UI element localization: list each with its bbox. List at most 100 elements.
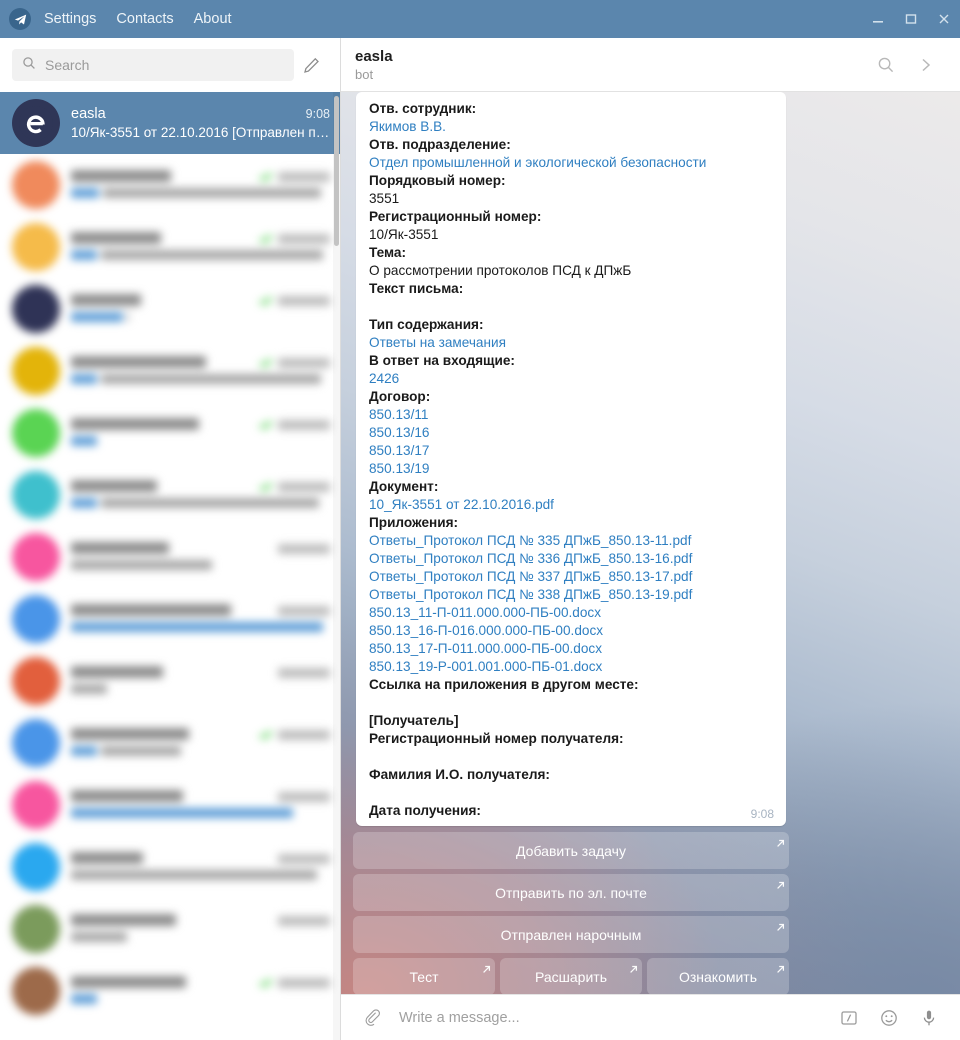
chat-item-time: [278, 730, 330, 740]
chat-list-item[interactable]: [0, 216, 340, 278]
chat-list-item[interactable]: [0, 278, 340, 340]
search-placeholder: Search: [45, 57, 89, 73]
telegram-paper-plane-icon: [9, 8, 31, 30]
avatar: [12, 657, 60, 705]
menu-item-settings[interactable]: Settings: [44, 0, 96, 38]
chat-item-name: [71, 294, 141, 306]
avatar: [12, 285, 60, 333]
telegram-window: Settings Contacts About Search: [0, 0, 960, 1040]
message-link[interactable]: 850.13_17-П-011.000.000-ПБ-00.docx: [369, 640, 774, 658]
message-link[interactable]: 850.13_19-Р-001.001.000-ПБ-01.docx: [369, 658, 774, 676]
message-link[interactable]: 10_Як-3551 от 22.10.2016.pdf: [369, 496, 774, 514]
chat-item-name: [71, 790, 183, 802]
chat-list-item[interactable]: [0, 464, 340, 526]
message-link[interactable]: Ответы_Протокол ПСД № 336 ДПжБ_850.13-16…: [369, 550, 774, 568]
message-link[interactable]: Ответы_Протокол ПСД № 337 ДПжБ_850.13-17…: [369, 568, 774, 586]
chat-list-item[interactable]: [0, 650, 340, 712]
close-button[interactable]: [927, 0, 960, 38]
message-link[interactable]: Ответы_Протокол ПСД № 335 ДПжБ_850.13-11…: [369, 532, 774, 550]
message-timestamp: 9:08: [751, 807, 774, 821]
smiley-icon[interactable]: [872, 1001, 906, 1035]
message-link[interactable]: Ответы_Протокол ПСД № 338 ДПжБ_850.13-19…: [369, 586, 774, 604]
avatar: [12, 161, 60, 209]
message-line: Отв. сотрудник:: [369, 100, 774, 118]
chat-item-preview: [71, 433, 330, 448]
pencil-icon[interactable]: [294, 49, 328, 81]
message-link[interactable]: 850.13/17: [369, 442, 774, 460]
inline-keyboard-button[interactable]: Тест: [353, 958, 495, 994]
menu-item-contacts[interactable]: Contacts: [116, 0, 173, 38]
message-link[interactable]: 850.13_16-П-016.000.000-ПБ-00.docx: [369, 622, 774, 640]
message-link[interactable]: 850.13/19: [369, 460, 774, 478]
inline-keyboard-button-label: Отправлен нарочным: [501, 927, 642, 943]
avatar: [12, 347, 60, 395]
sidebar-scrollbar[interactable]: [333, 92, 340, 1040]
message-link[interactable]: Ответы на замечания: [369, 334, 774, 352]
message-link[interactable]: 2426: [369, 370, 774, 388]
message-input[interactable]: Write a message...: [399, 1010, 832, 1026]
chat-item-meta: [71, 976, 330, 1006]
inline-keyboard-row: Добавить задачу: [353, 832, 789, 869]
chat-item-name: [71, 976, 186, 988]
search-icon[interactable]: [866, 45, 906, 85]
message-link[interactable]: 850.13_11-П-011.000.000-ПБ-00.docx: [369, 604, 774, 622]
message-line: Отв. подразделение:: [369, 136, 774, 154]
chat-list-item[interactable]: [0, 526, 340, 588]
chat-list-item[interactable]: [0, 588, 340, 650]
message-link[interactable]: 850.13/16: [369, 424, 774, 442]
message-link[interactable]: 850.13/11: [369, 406, 774, 424]
avatar: [12, 223, 60, 271]
chat-item-time: 9:08: [298, 107, 330, 121]
chat-header-title: easla: [355, 48, 393, 65]
chat-list-item[interactable]: [0, 402, 340, 464]
chat-item-name: easla: [71, 106, 106, 122]
chat-list-item[interactable]: [0, 960, 340, 1022]
message-line: [369, 694, 774, 712]
chat-item-time: [278, 296, 330, 306]
inline-keyboard-button[interactable]: Ознакомить: [647, 958, 789, 994]
chat-item-time: [278, 234, 330, 244]
chat-item-preview: [71, 991, 330, 1006]
chat-list-item[interactable]: [0, 898, 340, 960]
microphone-icon[interactable]: [912, 1001, 946, 1035]
chevron-right-icon[interactable]: [906, 45, 946, 85]
message-line: О рассмотрении протоколов ПСД к ДПжБ: [369, 262, 774, 280]
chat-list-item[interactable]: [0, 774, 340, 836]
inline-keyboard-button[interactable]: Отправлен нарочным: [353, 916, 789, 953]
chat-item-meta: [71, 852, 330, 882]
paperclip-icon[interactable]: [355, 1001, 389, 1035]
chat-item-meta: [71, 356, 330, 386]
slash-command-icon[interactable]: [832, 1001, 866, 1035]
chat-item-status: [258, 481, 330, 492]
chat-item-time: [278, 482, 330, 492]
inline-keyboard-button[interactable]: Отправить по эл. почте: [353, 874, 789, 911]
inline-keyboard-row: ТестРасшаритьОзнакомить: [353, 958, 789, 994]
chat-item-name: [71, 728, 189, 740]
chat-item-preview: [71, 557, 330, 572]
chat-item-meta: [71, 542, 330, 572]
message-link[interactable]: Отдел промышленной и экологической безоп…: [369, 154, 774, 172]
menu-item-about[interactable]: About: [194, 0, 232, 38]
message-link[interactable]: Якимов В.В.: [369, 118, 774, 136]
chat-list-item[interactable]: [0, 712, 340, 774]
search-icon: [22, 56, 36, 75]
chat-item-preview: 10/Як-3551 от 22.10.2016 [Отправлен по э…: [71, 125, 330, 140]
inline-keyboard-button[interactable]: Расшарить: [500, 958, 642, 994]
minimize-button[interactable]: [861, 0, 894, 38]
message-line: Приложения:: [369, 514, 774, 532]
maximize-button[interactable]: [894, 0, 927, 38]
search-input[interactable]: Search: [12, 49, 294, 81]
chat-list-item[interactable]: [0, 836, 340, 898]
chat-list-item[interactable]: [0, 340, 340, 402]
chat-item-name: [71, 604, 231, 616]
chat-list-item-easla[interactable]: easla 9:08 10/Як-3551 от 22.10.2016 [Отп…: [0, 92, 340, 154]
message-bubble[interactable]: Отв. сотрудник:Якимов В.В.Отв. подраздел…: [356, 92, 786, 826]
chat-list-item[interactable]: [0, 154, 340, 216]
external-link-arrow-icon: [629, 961, 638, 977]
inline-keyboard-button[interactable]: Добавить задачу: [353, 832, 789, 869]
avatar: [12, 471, 60, 519]
sidebar-scrollbar-thumb[interactable]: [334, 96, 339, 246]
external-link-arrow-icon: [776, 877, 785, 893]
chat-item-status: [258, 295, 330, 306]
message-line: В ответ на входящие:: [369, 352, 774, 370]
